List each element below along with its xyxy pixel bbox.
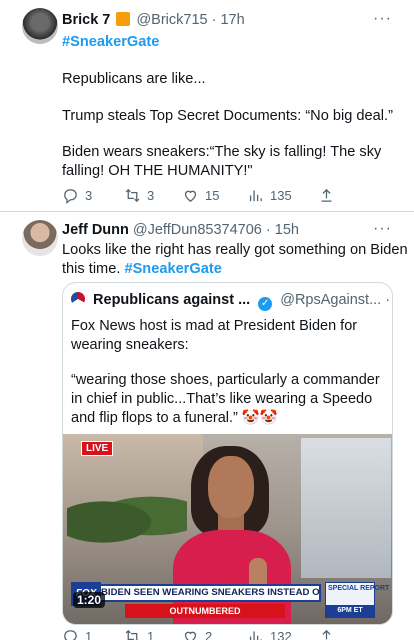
views-chart-icon — [249, 190, 262, 202]
tweet-1[interactable]: Brick 7 @Brick715 · 17h ··· #SneakerGate… — [0, 0, 414, 212]
views-button[interactable]: 132 — [247, 628, 292, 640]
display-name[interactable]: Jeff Dunn — [62, 222, 129, 238]
quote-text-line: Fox News host is mad at President Biden … — [71, 318, 358, 334]
reply-button[interactable]: 3 — [62, 187, 92, 204]
tweet-text-line: Republicans are like... — [62, 71, 206, 87]
video-player[interactable]: LIVE FOX BIDEN SEEN WEARING SNEAKERS INS… — [63, 434, 392, 624]
display-name[interactable]: Brick 7 — [62, 12, 110, 28]
verified-badge-icon: ✓ — [258, 297, 273, 311]
like-button[interactable]: 15 — [182, 187, 219, 204]
views-button[interactable]: 135 — [247, 187, 292, 204]
retweet-button[interactable]: 1 — [124, 628, 154, 640]
reply-icon — [64, 189, 77, 204]
retweet-count: 1 — [147, 629, 155, 640]
share-button[interactable] — [318, 628, 335, 640]
like-button[interactable]: 2 — [182, 628, 212, 640]
reply-icon — [64, 630, 77, 640]
views-count: 132 — [270, 629, 292, 640]
tweet-text-line: Looks like the right has really got some… — [62, 242, 408, 258]
tweet-text-line-2: this time. #SneakerGate — [62, 260, 222, 280]
reply-count: 3 — [85, 188, 93, 203]
timestamp[interactable]: 17h — [220, 12, 244, 28]
handle[interactable]: @JeffDun85374706 — [133, 222, 262, 238]
quote-text-line: and flip flops to a funeral.” 🤡🤡 — [71, 410, 278, 426]
quote-handle[interactable]: @RpsAgainst... — [280, 292, 381, 308]
share-button[interactable] — [318, 187, 335, 204]
retweet-button[interactable]: 3 — [124, 187, 154, 204]
views-chart-icon — [249, 631, 262, 640]
more-options-icon[interactable]: ··· — [373, 220, 392, 238]
share-icon — [321, 188, 332, 202]
live-badge: LIVE — [81, 441, 114, 456]
tweet-header: Brick 7 @Brick715 · 17h — [62, 12, 245, 28]
special-report-promo: SPECIAL REPORT 6PM ET — [325, 582, 390, 618]
tweet-text-line: Trump steals Top Secret Documents: “No b… — [62, 108, 393, 124]
tweet-text: this time. — [62, 261, 125, 277]
headline-chyron: BIDEN SEEN WEARING SNEAKERS INSTEAD OF D… — [99, 584, 321, 602]
special-report-time: 6PM ET — [326, 605, 374, 617]
show-name-chyron: OUTNUMBERED — [125, 604, 285, 618]
quote-text-line: wearing sneakers: — [71, 337, 189, 353]
heart-icon — [184, 190, 197, 202]
tweet-text-line: Biden wears sneakers:“The sky is falling… — [62, 144, 382, 160]
retweet-icon — [125, 188, 140, 203]
action-bar: 1 1 2 132 — [62, 628, 352, 640]
retweet-icon — [125, 629, 139, 640]
handle[interactable]: @Brick715 — [136, 12, 207, 28]
quote-text-line: in chief in public...That’s like wearing… — [71, 391, 373, 407]
video-window — [301, 438, 391, 578]
tweet-header: Jeff Dunn @JeffDun85374706 · 15h — [62, 222, 299, 238]
special-report-label: SPECIAL REPORT — [328, 585, 390, 592]
quote-avatar[interactable] — [71, 292, 85, 306]
like-count: 2 — [205, 629, 213, 640]
quote-display-name[interactable]: Republicans against ... — [93, 292, 250, 308]
quoted-tweet-card[interactable]: Republicans against ... ✓ @RpsAgainst...… — [62, 282, 393, 625]
views-count: 135 — [270, 188, 292, 203]
anchor-face — [208, 456, 254, 518]
like-count: 15 — [205, 188, 220, 203]
tweet-text-line: falling! OH THE HUMANITY!" — [62, 163, 253, 179]
retweet-count: 3 — [147, 188, 155, 203]
action-bar: 3 3 15 135 — [62, 187, 352, 209]
video-duration: 1:20 — [73, 592, 106, 608]
video-trees — [67, 486, 187, 546]
avatar[interactable] — [22, 8, 58, 44]
orange-square-emoji-icon — [116, 12, 131, 26]
lower-third-banner: FOX BIDEN SEEN WEARING SNEAKERS INSTEAD … — [63, 580, 392, 624]
share-icon — [322, 629, 331, 640]
heart-icon — [184, 631, 197, 640]
hashtag-link[interactable]: #SneakerGate — [62, 33, 159, 53]
quote-header: Republicans against ... ✓ @RpsAgainst...… — [71, 292, 392, 311]
timestamp[interactable]: 15h — [275, 222, 299, 238]
avatar[interactable] — [22, 220, 58, 256]
more-options-icon[interactable]: ··· — [373, 10, 392, 28]
reply-button[interactable]: 1 — [62, 628, 92, 640]
quote-text-line: “wearing those shoes, particularly a com… — [71, 372, 380, 388]
hashtag-link[interactable]: #SneakerGate — [124, 261, 221, 277]
reply-count: 1 — [85, 629, 93, 640]
